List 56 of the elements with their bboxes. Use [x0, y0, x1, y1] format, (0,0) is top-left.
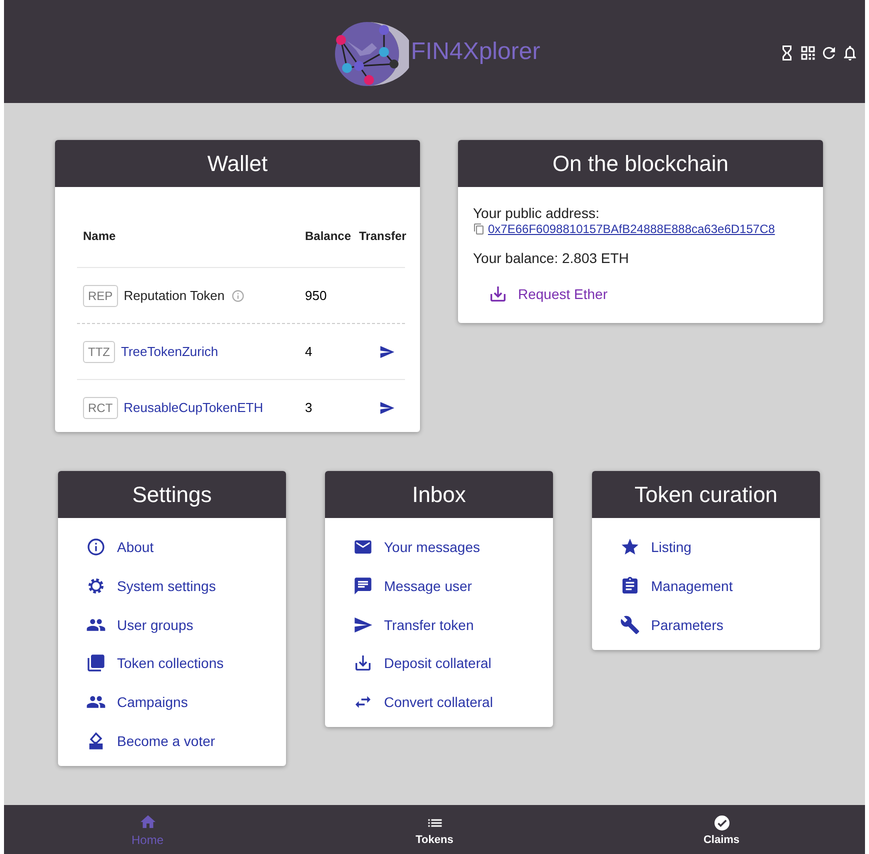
address-label: Your public address:: [473, 205, 600, 221]
nav-tab[interactable]: Tokens: [291, 805, 578, 854]
download-icon: [353, 653, 373, 674]
collection-icon: [86, 653, 106, 674]
check-circle-icon: [712, 814, 730, 832]
column-header: Transfer: [359, 229, 408, 243]
clipboard-icon: [620, 576, 640, 596]
refresh-icon[interactable]: [820, 44, 838, 62]
menu-link[interactable]: User groups: [117, 616, 194, 633]
menu-link[interactable]: Token collections: [117, 655, 224, 672]
card-title: Settings: [58, 471, 286, 518]
send-icon[interactable]: [379, 400, 395, 416]
app-title: FIN4Xplorer: [410, 38, 540, 66]
balance-text: Your balance: 2.803 ETH: [473, 250, 630, 266]
address-link[interactable]: 0x7E66F6098810157BAfB24888E888ca63e6D157C8: [488, 222, 775, 236]
menu-link[interactable]: System settings: [117, 578, 216, 594]
request-ether-button[interactable]: Request Ether: [488, 280, 608, 308]
card-title: Inbox: [325, 471, 553, 518]
column-header: Name: [82, 229, 117, 243]
menu-link[interactable]: Deposit collateral: [384, 655, 492, 672]
nav-tab[interactable]: Claims: [578, 805, 865, 854]
menu-link[interactable]: About: [117, 539, 154, 556]
menu-link[interactable]: Transfer token: [384, 616, 474, 633]
token-name: Reputation Token: [124, 288, 225, 303]
token-symbol: RCT: [83, 396, 118, 418]
copy-icon[interactable]: [473, 223, 485, 235]
card-title: Token curation: [592, 471, 820, 518]
info-icon: [86, 537, 106, 558]
menu-link[interactable]: Your messages: [384, 539, 480, 556]
qr-code-icon[interactable]: [799, 44, 817, 62]
settings-icon: [86, 576, 106, 596]
menu-link[interactable]: Management: [651, 578, 733, 594]
column-header: Balance: [305, 229, 352, 243]
wrench-icon: [620, 614, 640, 635]
menu-link[interactable]: Campaigns: [117, 694, 188, 710]
send-icon[interactable]: [379, 344, 395, 360]
star-icon: [620, 537, 640, 558]
bell-icon[interactable]: [841, 44, 859, 62]
menu-link[interactable]: Convert collateral: [384, 694, 493, 710]
token-link[interactable]: TreeTokenZurich: [121, 344, 218, 359]
menu-link[interactable]: Listing: [651, 539, 692, 556]
home-icon: [138, 812, 156, 830]
download-icon: [488, 284, 508, 304]
message-icon: [353, 576, 373, 596]
token-symbol: REP: [83, 284, 118, 306]
menu-link[interactable]: Parameters: [651, 616, 724, 633]
token-link[interactable]: ReusableCupTokenETH: [124, 400, 264, 415]
card-title: Wallet: [55, 140, 420, 187]
token-balance: 4: [305, 344, 314, 359]
send-icon: [353, 614, 373, 635]
menu-link[interactable]: Message user: [384, 578, 472, 594]
token-symbol: TTZ: [83, 340, 115, 362]
menu-link[interactable]: Become a voter: [117, 732, 216, 749]
token-balance: 950: [305, 288, 328, 303]
card-title: On the blockchain: [458, 140, 823, 187]
token-balance: 3: [305, 400, 314, 415]
